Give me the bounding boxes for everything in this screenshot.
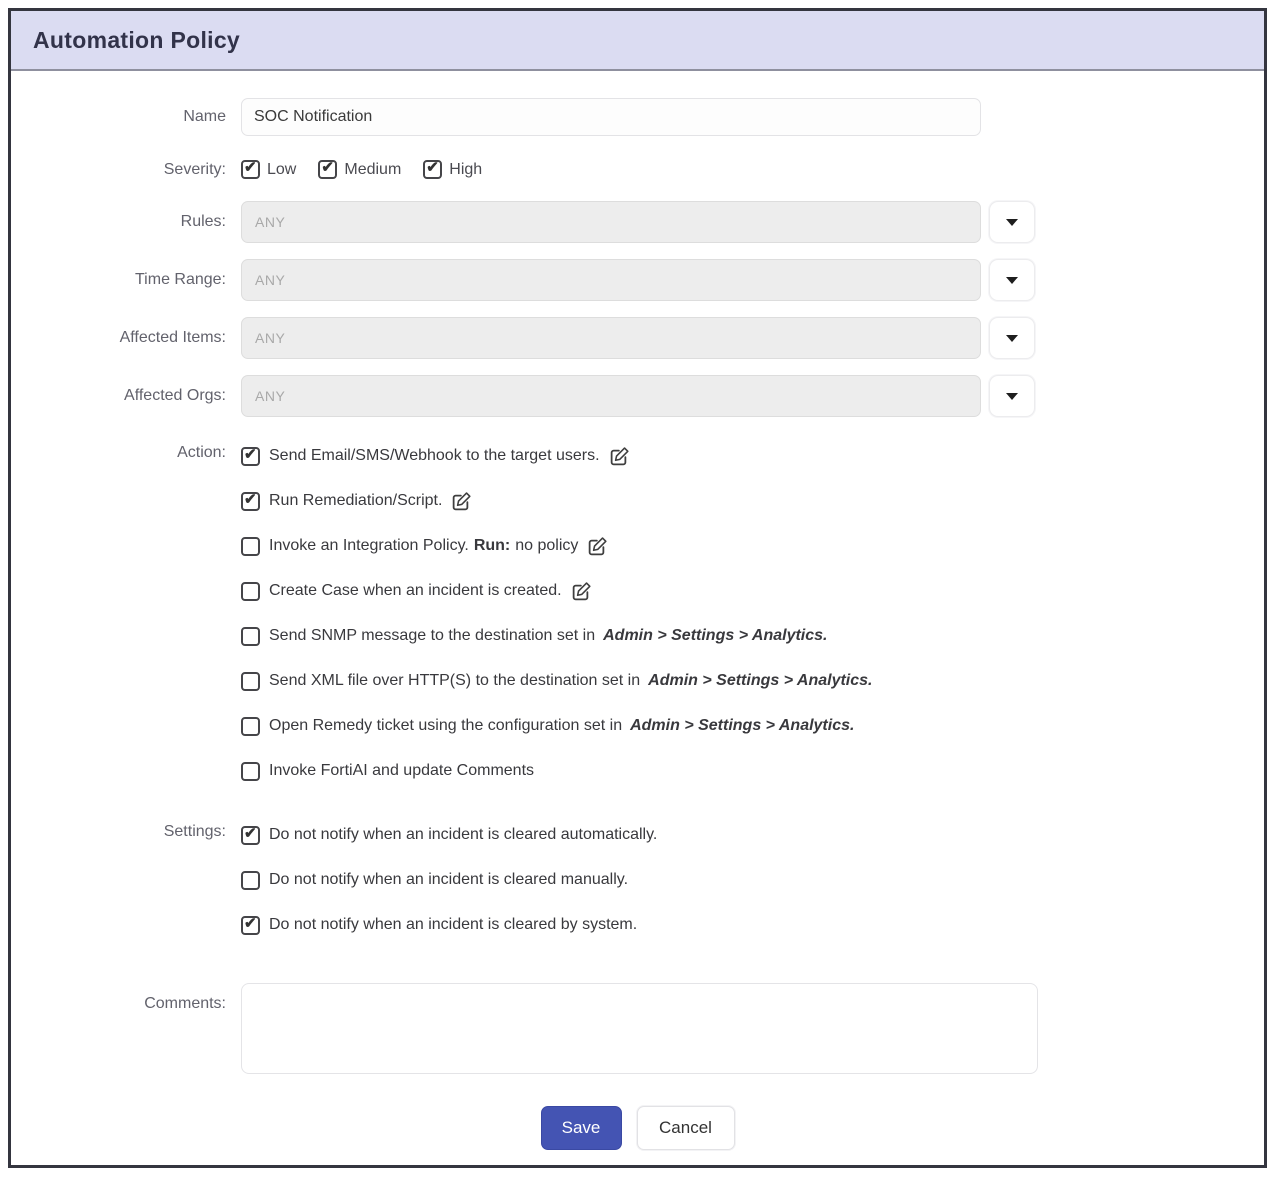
rules-field[interactable]: ANY — [241, 201, 981, 243]
high-checkbox[interactable] — [423, 160, 442, 179]
action-item-run-label: Run: — [474, 537, 510, 554]
checkbox[interactable] — [241, 916, 260, 935]
name-label: Name — [11, 108, 241, 126]
action-item-open-remedy[interactable]: Open Remedy ticket using the configurati… — [241, 712, 873, 740]
setting-item-text: Do not notify when an incident is cleare… — [269, 871, 628, 888]
setting-item-cleared-automatically[interactable]: Do not notify when an incident is cleare… — [241, 821, 657, 849]
action-item-send-xml[interactable]: Send XML file over HTTP(S) to the destin… — [241, 667, 873, 695]
automation-policy-dialog: Automation Policy Name Severity: Low Med… — [8, 8, 1267, 1168]
cancel-button[interactable]: Cancel — [637, 1106, 735, 1150]
setting-item-text: Do not notify when an incident is cleare… — [269, 916, 637, 933]
time-range-dropdown-button[interactable] — [989, 259, 1035, 301]
action-item-send-snmp[interactable]: Send SNMP message to the destination set… — [241, 622, 873, 650]
dialog-header: Automation Policy — [11, 11, 1264, 71]
action-item-text: Create Case when an incident is created. — [269, 582, 562, 599]
comments-row: Comments: — [11, 983, 1264, 1074]
edit-icon[interactable] — [571, 581, 592, 602]
low-label: Low — [267, 161, 296, 179]
time-range-label: Time Range: — [11, 271, 241, 289]
medium-label: Medium — [344, 161, 401, 179]
action-item-text: Send Email/SMS/Webhook to the target use… — [269, 447, 600, 464]
edit-icon[interactable] — [587, 536, 608, 557]
action-item-path: Admin > Settings > Analytics. — [603, 627, 827, 644]
severity-label: Severity: — [11, 161, 241, 179]
rules-dropdown-button[interactable] — [989, 201, 1035, 243]
checkbox[interactable] — [241, 492, 260, 511]
action-item-text: Send SNMP message to the destination set… — [269, 627, 595, 644]
name-row: Name — [11, 98, 1264, 136]
checkbox[interactable] — [241, 447, 260, 466]
setting-item-cleared-by-system[interactable]: Do not notify when an incident is cleare… — [241, 911, 657, 939]
button-row: Save Cancel — [11, 1106, 1264, 1150]
affected-items-field[interactable]: ANY — [241, 317, 981, 359]
high-label: High — [449, 161, 482, 179]
medium-checkbox[interactable] — [318, 160, 337, 179]
action-item-path: Admin > Settings > Analytics. — [648, 672, 872, 689]
low-checkbox[interactable] — [241, 160, 260, 179]
caret-down-icon — [1006, 393, 1018, 400]
checkbox[interactable] — [241, 672, 260, 691]
edit-icon[interactable] — [609, 446, 630, 467]
save-button[interactable]: Save — [541, 1106, 622, 1150]
setting-item-text: Do not notify when an incident is cleare… — [269, 826, 657, 843]
action-item-text: Invoke an Integration Policy. — [269, 537, 469, 554]
affected-items-dropdown-button[interactable] — [989, 317, 1035, 359]
settings-label: Settings: — [11, 821, 241, 841]
severity-option-high[interactable]: High — [423, 160, 482, 179]
action-section: Action: Send Email/SMS/Webhook to the ta… — [11, 442, 1264, 802]
severity-option-medium[interactable]: Medium — [318, 160, 401, 179]
action-item-invoke-fortiai[interactable]: Invoke FortiAI and update Comments — [241, 757, 873, 785]
edit-icon[interactable] — [451, 491, 472, 512]
affected-orgs-field[interactable]: ANY — [241, 375, 981, 417]
affected-items-label: Affected Items: — [11, 329, 241, 347]
action-item-run-value: no policy — [515, 537, 578, 554]
checkbox[interactable] — [241, 627, 260, 646]
action-item-path: Admin > Settings > Analytics. — [630, 717, 854, 734]
settings-section: Settings: Do not notify when an incident… — [11, 821, 1264, 956]
page-title: Automation Policy — [33, 27, 240, 54]
dialog-body: Name Severity: Low Medium High — [11, 71, 1264, 1150]
rules-row: Rules: ANY — [11, 201, 1264, 243]
action-item-text: Open Remedy ticket using the configurati… — [269, 717, 622, 734]
action-item-text: Run Remediation/Script. — [269, 492, 442, 509]
checkbox[interactable] — [241, 762, 260, 781]
affected-orgs-dropdown-button[interactable] — [989, 375, 1035, 417]
action-item-create-case[interactable]: Create Case when an incident is created. — [241, 577, 873, 605]
settings-list: Do not notify when an incident is cleare… — [241, 821, 657, 956]
caret-down-icon — [1006, 335, 1018, 342]
time-range-row: Time Range: ANY — [11, 259, 1264, 301]
affected-orgs-row: Affected Orgs: ANY — [11, 375, 1264, 417]
severity-option-low[interactable]: Low — [241, 160, 296, 179]
affected-orgs-label: Affected Orgs: — [11, 387, 241, 405]
comments-textarea[interactable] — [241, 983, 1038, 1074]
caret-down-icon — [1006, 277, 1018, 284]
action-item-text: Invoke FortiAI and update Comments — [269, 762, 534, 779]
checkbox[interactable] — [241, 537, 260, 556]
name-input[interactable] — [241, 98, 981, 136]
rules-label: Rules: — [11, 213, 241, 231]
time-range-field[interactable]: ANY — [241, 259, 981, 301]
severity-row: Severity: Low Medium High — [11, 160, 1264, 179]
action-item-invoke-integration[interactable]: Invoke an Integration Policy. Run: no poli… — [241, 532, 873, 560]
caret-down-icon — [1006, 219, 1018, 226]
action-item-send-email[interactable]: Send Email/SMS/Webhook to the target use… — [241, 442, 873, 470]
action-list: Send Email/SMS/Webhook to the target use… — [241, 442, 873, 802]
action-label: Action: — [11, 442, 241, 462]
checkbox[interactable] — [241, 717, 260, 736]
severity-options: Low Medium High — [241, 160, 482, 179]
affected-items-row: Affected Items: ANY — [11, 317, 1264, 359]
checkbox[interactable] — [241, 871, 260, 890]
action-item-run-remediation[interactable]: Run Remediation/Script. — [241, 487, 873, 515]
action-item-text: Send XML file over HTTP(S) to the destin… — [269, 672, 640, 689]
checkbox[interactable] — [241, 582, 260, 601]
comments-label: Comments: — [11, 983, 241, 1013]
checkbox[interactable] — [241, 826, 260, 845]
setting-item-cleared-manually[interactable]: Do not notify when an incident is cleare… — [241, 866, 657, 894]
